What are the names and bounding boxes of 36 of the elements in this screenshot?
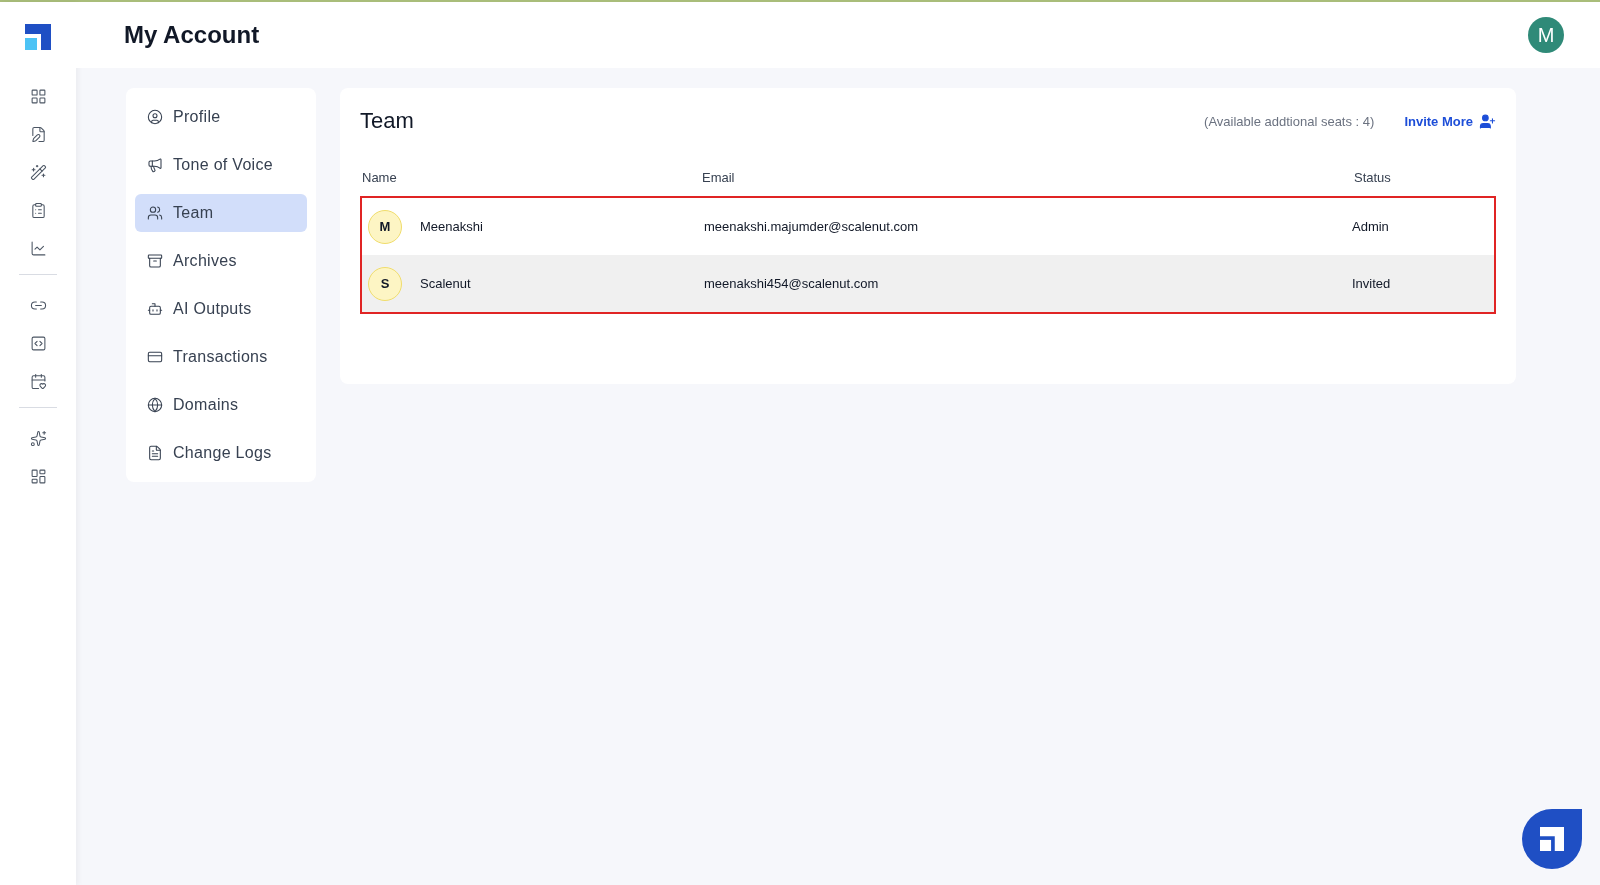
nav-item[interactable]: Tone of Voice <box>135 146 307 184</box>
initial-avatar: M <box>368 209 402 244</box>
archive-icon <box>147 253 163 269</box>
nav-item[interactable]: Domains <box>135 386 307 424</box>
column-header: Status <box>1354 169 1392 185</box>
nav-item[interactable]: Archives <box>135 242 307 280</box>
add-user-icon <box>1479 112 1496 130</box>
column-header: Name <box>362 169 398 185</box>
document-icon <box>147 445 163 461</box>
table-cell-text: meenakshi.majumder@scalenut.com <box>704 219 920 234</box>
globe-icon <box>147 397 163 413</box>
card-title: Team <box>360 108 414 134</box>
table-cell: Meenakshi <box>420 219 483 234</box>
nav-item[interactable]: Change Logs <box>135 434 307 472</box>
user-circle-icon <box>147 109 163 125</box>
invite-more-link[interactable]: Invite More <box>1404 112 1496 130</box>
megaphone-icon <box>147 157 163 173</box>
seats-note: (Available addtional seats : 4) <box>1204 113 1375 129</box>
nav-item[interactable]: Transactions <box>135 338 307 376</box>
logo-icon <box>1540 827 1564 851</box>
user-avatar[interactable]: M <box>1528 17 1564 53</box>
help-chat-button[interactable] <box>1522 809 1582 869</box>
table-cell-text: meenakshi454@scalenut.com <box>704 276 880 291</box>
users-icon <box>147 205 163 221</box>
initial-avatar: S <box>368 266 402 301</box>
nav-item[interactable]: Profile <box>135 98 307 136</box>
credit-card-icon <box>147 349 163 365</box>
robot-icon <box>147 301 163 317</box>
table-cell-text: Invited <box>1352 276 1392 291</box>
table-cell: Scalenut <box>420 276 471 291</box>
nav-item[interactable]: Team <box>135 194 307 232</box>
table-cell-text: Admin <box>1352 219 1390 234</box>
page-title: My Account <box>124 21 260 49</box>
column-header: Email <box>702 169 736 185</box>
logo-icon <box>25 24 51 50</box>
nav-item[interactable]: AI Outputs <box>135 290 307 328</box>
